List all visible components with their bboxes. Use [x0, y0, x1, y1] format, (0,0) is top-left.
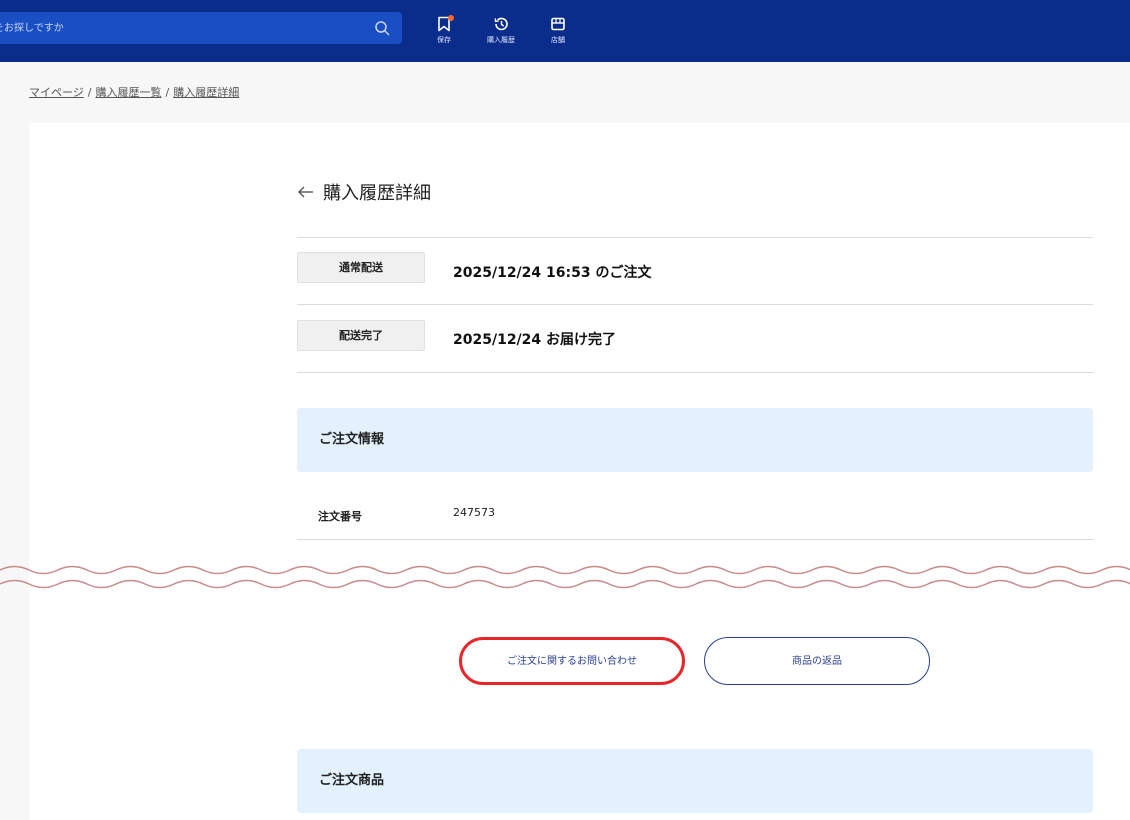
divider	[297, 304, 1093, 305]
order-info-header: ご注文情報	[297, 408, 1093, 472]
search-icon[interactable]	[374, 20, 390, 36]
divider	[297, 372, 1093, 373]
order-items-header: ご注文商品	[297, 749, 1093, 813]
order-items-heading: ご注文商品	[319, 773, 385, 788]
wave-line	[0, 565, 1130, 575]
breadcrumb-separator: /	[165, 86, 170, 99]
order-info-heading: ご注文情報	[319, 432, 385, 447]
page-title-row: 購入履歴詳細	[297, 178, 431, 206]
page-title: 購入履歴詳細	[323, 183, 431, 204]
nav-saved[interactable]: 保存	[419, 15, 469, 45]
order-date-text: 2025/12/24 16:53 のご注文	[453, 265, 652, 281]
breadcrumb-mypage[interactable]: マイページ	[29, 86, 84, 99]
shipping-method-tag: 通常配送	[297, 252, 425, 283]
history-icon	[494, 17, 508, 31]
order-number-value: 247573	[453, 506, 495, 519]
notification-dot	[448, 15, 454, 21]
nav-purchase-history[interactable]: 購入履歴	[476, 16, 526, 45]
breadcrumb-purchase-history-detail[interactable]: 購入履歴詳細	[173, 86, 239, 99]
nav-purchase-history-label: 購入履歴	[487, 36, 515, 44]
store-icon	[551, 17, 565, 31]
divider	[297, 237, 1093, 238]
delivery-status-tag: 配送完了	[297, 320, 425, 351]
wave-line	[0, 579, 1130, 589]
nav-store-label: 店舗	[551, 36, 565, 44]
breadcrumb: マイページ / 購入履歴一覧 / 購入履歴詳細	[29, 84, 239, 100]
search-box[interactable]	[0, 12, 402, 44]
order-inquiry-button[interactable]: ご注文に関するお問い合わせ	[459, 637, 685, 685]
delivery-date-text: 2025/12/24 お届け完了	[453, 332, 617, 348]
order-number-label: 注文番号	[318, 510, 362, 523]
search-input[interactable]	[0, 12, 360, 44]
nav-store[interactable]: 店舗	[533, 16, 583, 45]
top-header-bar: 保存 購入履歴 店舗	[0, 0, 1130, 62]
breadcrumb-separator: /	[87, 86, 92, 99]
divider	[297, 539, 1093, 540]
return-item-button[interactable]: 商品の返品	[704, 637, 930, 685]
back-arrow-icon[interactable]	[297, 183, 315, 201]
breadcrumb-purchase-history-list[interactable]: 購入履歴一覧	[96, 86, 162, 99]
content-omission-wave	[0, 565, 1130, 589]
nav-saved-label: 保存	[437, 36, 451, 44]
